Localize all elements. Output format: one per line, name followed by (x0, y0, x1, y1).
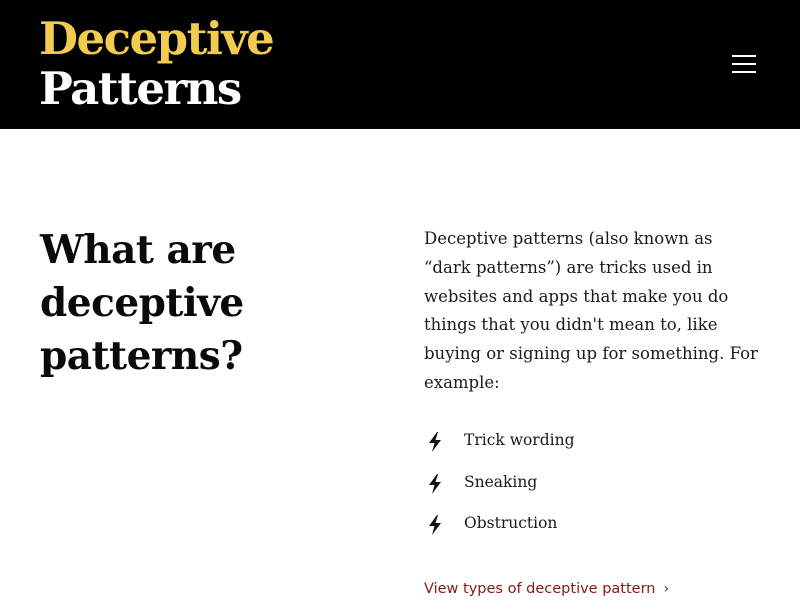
lightning-bolt-icon (429, 473, 441, 494)
list-item: Sneaking (424, 469, 754, 511)
logo-line-patterns: Patterns (39, 62, 242, 115)
intro-paragraph: Deceptive patterns (also known as “dark … (424, 229, 758, 392)
list-item: Obstruction (424, 510, 754, 552)
view-types-link[interactable]: View types of deceptive pattern › (424, 581, 669, 597)
list-item: Trick wording (424, 427, 754, 469)
menu-button[interactable] (726, 48, 762, 80)
site-header: Deceptive Patterns (0, 0, 800, 129)
example-label: Obstruction (464, 514, 558, 532)
logo-line-deceptive: Deceptive (39, 12, 275, 65)
lightning-bolt-icon (429, 515, 441, 535)
lightning-bolt-icon (429, 432, 441, 452)
view-types-link-label: View types of deceptive pattern (424, 581, 656, 597)
chevron-right-icon: › (663, 581, 670, 597)
example-label: Sneaking (464, 472, 538, 491)
site-logo[interactable]: Deceptive Patterns (39, 12, 275, 115)
example-label: Trick wording (464, 431, 575, 449)
examples-list: Trick wording Sneaking Obstruction (424, 427, 754, 552)
page-title: What are deceptive patterns? (40, 227, 244, 379)
